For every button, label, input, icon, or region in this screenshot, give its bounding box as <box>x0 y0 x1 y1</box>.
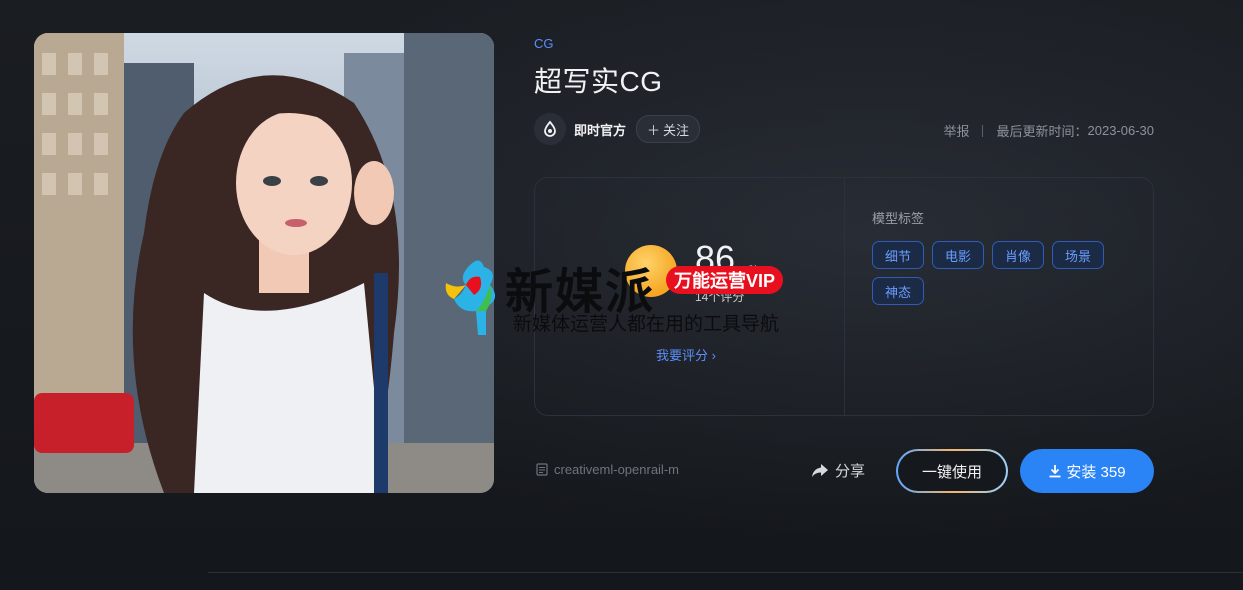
license-info: creativeml-openrail-m <box>536 462 679 477</box>
rate-link-label: 我要评分 <box>656 348 709 363</box>
share-arrow-icon <box>812 463 828 477</box>
one-click-use-button[interactable]: 一键使用 <box>896 449 1008 493</box>
author-name[interactable]: 即时官方 <box>574 120 626 139</box>
update-date: 2023-06-30 <box>1087 123 1155 138</box>
download-icon <box>1049 465 1061 478</box>
bottom-divider <box>208 572 1243 573</box>
plus-icon: ＋ <box>647 122 661 138</box>
report-link[interactable]: 举报 <box>943 121 969 140</box>
share-button[interactable]: 分享 <box>811 460 865 481</box>
tag-list: 细节 电影 肖像 场景 神态 <box>872 241 1132 305</box>
tags-section: 模型标签 细节 电影 肖像 场景 神态 <box>872 208 1132 305</box>
tag-item[interactable]: 肖像 <box>992 241 1045 269</box>
update-label: 最后更新时间： <box>996 124 1088 139</box>
tag-item[interactable]: 神态 <box>872 277 925 305</box>
watermark-bird-logo-icon <box>445 260 496 335</box>
model-title: 超写实CG <box>534 66 663 97</box>
tag-item[interactable]: 场景 <box>1052 241 1105 269</box>
tags-label: 模型标签 <box>872 211 925 226</box>
droplet-logo-icon <box>544 120 556 137</box>
tag-item[interactable]: 细节 <box>872 241 925 269</box>
install-label: 安装 359 <box>1066 463 1126 481</box>
license-name[interactable]: creativeml-openrail-m <box>554 462 679 477</box>
follow-label: 关注 <box>663 122 690 138</box>
author-row: 即时官方 ＋ 关注 <box>534 113 701 145</box>
meta-divider <box>982 124 984 137</box>
rate-link[interactable]: 我要评分 › <box>656 345 716 364</box>
watermark-vip-badge: 万能运营VIP <box>666 266 784 294</box>
follow-button[interactable]: ＋ 关注 <box>636 115 701 143</box>
model-cover-image[interactable] <box>34 33 494 493</box>
watermark-slogan: 新媒体运营人都在用的工具导航 <box>513 314 780 335</box>
model-meta: 举报 最后更新时间： 2023-06-30 <box>943 121 1154 140</box>
use-label: 一键使用 <box>921 463 982 481</box>
author-avatar[interactable] <box>534 113 566 145</box>
model-category[interactable]: CG <box>534 36 554 51</box>
chevron-right-icon: › <box>711 348 716 363</box>
panel-divider <box>844 178 845 415</box>
tag-item[interactable]: 电影 <box>932 241 985 269</box>
document-icon <box>536 463 548 476</box>
share-label: 分享 <box>835 463 866 480</box>
install-button[interactable]: 安装 359 <box>1020 449 1154 493</box>
